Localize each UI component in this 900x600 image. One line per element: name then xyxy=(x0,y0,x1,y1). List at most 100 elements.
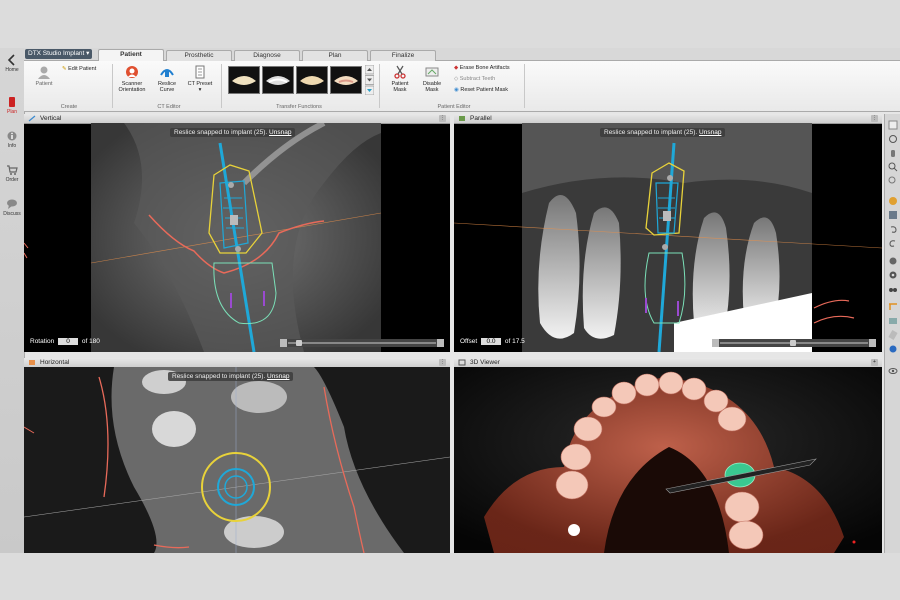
patient-mask-button[interactable]: Patient Mask xyxy=(386,65,414,93)
ct-preset-button[interactable]: CT Preset ▾ xyxy=(186,65,214,93)
nav-home[interactable]: Home xyxy=(0,54,24,73)
ribbon: Patient ✎ Edit Patient Create Scanner Or… xyxy=(24,61,900,112)
nav-plan-label: Plan xyxy=(6,109,17,115)
cart-icon xyxy=(7,165,18,175)
viewport-menu-button[interactable]: ⋮ xyxy=(439,359,446,366)
slider-min-button[interactable] xyxy=(280,339,287,347)
measure-icon[interactable] xyxy=(888,302,898,312)
offset-input[interactable]: 0.0 xyxy=(481,338,502,345)
patient-button-label: Patient xyxy=(35,81,53,87)
axis-icon xyxy=(459,116,465,121)
slider-knob[interactable] xyxy=(296,340,302,346)
transfer-thumb-1[interactable] xyxy=(228,66,260,94)
slider-min-button[interactable] xyxy=(712,339,719,347)
viewport-menu-button[interactable]: ⋮ xyxy=(871,115,878,122)
select-tool-icon[interactable] xyxy=(888,120,898,130)
rotate-tool-icon[interactable] xyxy=(888,134,898,144)
nav-info[interactable]: Info xyxy=(0,130,24,149)
offset-label: Offset xyxy=(460,338,478,345)
edit-patient-button[interactable]: ✎ Edit Patient xyxy=(62,66,96,72)
nav-discuss[interactable]: Discuss xyxy=(0,198,24,217)
ribbon-separator xyxy=(112,64,113,108)
slider-max-button[interactable] xyxy=(869,339,876,347)
plan-icon xyxy=(9,97,15,107)
subtract-teeth-button[interactable]: ◇ Subtract Teeth xyxy=(454,76,495,82)
teeth-thumb-icon xyxy=(300,76,324,85)
slider-knob[interactable] xyxy=(790,340,796,346)
subtract-teeth-label: Subtract Teeth xyxy=(459,76,496,82)
mask-tool-icon[interactable] xyxy=(888,256,898,266)
redo-icon[interactable] xyxy=(888,238,898,248)
transfer-thumb-2[interactable] xyxy=(262,66,294,94)
zoom-icon[interactable] xyxy=(888,162,898,172)
tab-finalize[interactable]: Finalize xyxy=(370,50,436,61)
annotation-icon[interactable] xyxy=(888,316,898,326)
app-title-text: DTX Studio Implant xyxy=(28,50,85,57)
save-icon[interactable] xyxy=(888,210,898,220)
reslice-curve-button[interactable]: Reslice Curve xyxy=(152,65,182,93)
horizontal-ct-image xyxy=(24,367,450,553)
viewport-menu-button[interactable]: ⋮ xyxy=(439,115,446,122)
viewport-parallel[interactable]: Parallel ⋮ Reslice snapped to implant (2… xyxy=(454,114,882,352)
slider-track xyxy=(288,342,436,344)
viewport-vertical[interactable]: Vertical ⋮ Reslice snapped to implant (2… xyxy=(24,114,450,352)
disable-mask-label: Disable Mask xyxy=(422,81,442,93)
rotation-slider[interactable] xyxy=(280,339,444,347)
scroll-arrows-icon xyxy=(364,64,375,96)
erase-bone-artifacts-button[interactable]: ◆ Erase Bone Artifacts xyxy=(454,65,510,71)
unsnap-link[interactable]: Unsnap xyxy=(269,129,291,136)
patient-button[interactable]: Patient xyxy=(30,65,58,87)
implant-icon[interactable] xyxy=(888,344,898,354)
viewport-title: Vertical xyxy=(40,115,62,122)
offset-control: Offset 0.0 of 17.5 xyxy=(460,338,525,345)
transfer-thumb-3[interactable] xyxy=(296,66,328,94)
rotation-max: of 180 xyxy=(81,338,100,345)
unsnap-link[interactable]: Unsnap xyxy=(699,129,721,136)
snap-toast: Reslice snapped to implant (25). Unsnap xyxy=(170,128,296,137)
palette-icon[interactable] xyxy=(888,196,898,206)
nav-discuss-label: Discuss xyxy=(3,211,21,217)
nav-order-label: Order xyxy=(5,177,19,183)
pan-hand-icon[interactable] xyxy=(888,148,898,158)
viewport-horizontal[interactable]: Horizontal ⋮ Reslice snapped to implant … xyxy=(24,358,450,553)
nav-plan[interactable]: Plan xyxy=(0,96,24,115)
zoom-fit-icon[interactable] xyxy=(888,176,898,186)
gear-icon[interactable] xyxy=(888,270,898,280)
binoculars-icon[interactable] xyxy=(888,284,898,294)
group-patient-editor-label: Patient Editor xyxy=(437,104,471,110)
offset-slider[interactable] xyxy=(712,339,876,347)
viewport-3d[interactable]: 3D Viewer + xyxy=(454,358,882,553)
ribbon-separator xyxy=(379,64,380,108)
slider-max-button[interactable] xyxy=(437,339,444,347)
app-title[interactable]: DTX Studio Implant ▾ xyxy=(25,49,93,59)
nav-info-label: Info xyxy=(7,143,17,149)
ruler-icon[interactable] xyxy=(888,330,898,340)
disable-mask-button[interactable]: Disable Mask xyxy=(418,65,446,93)
cube-icon xyxy=(458,359,466,366)
tab-patient[interactable]: Patient xyxy=(98,49,164,61)
teeth-thumb-icon xyxy=(232,76,256,85)
viewport-title: Parallel xyxy=(470,115,492,122)
eye-icon[interactable] xyxy=(888,366,898,376)
snap-toast: Reslice snapped to implant (25). Unsnap xyxy=(168,372,294,381)
transfer-thumb-4[interactable] xyxy=(330,66,362,94)
nav-order[interactable]: Order xyxy=(0,164,24,183)
rotation-input[interactable]: 0 xyxy=(58,338,79,345)
unsnap-link[interactable]: Unsnap xyxy=(267,373,289,380)
tab-plan[interactable]: Plan xyxy=(302,50,368,61)
scanner-orientation-button[interactable]: Scanner Orientation xyxy=(116,65,148,93)
transfer-scroll[interactable] xyxy=(364,64,375,96)
reset-icon: ◉ xyxy=(454,87,459,93)
app-window: Home Plan Info Order Discuss DTX Studio … xyxy=(0,48,900,553)
tab-prosthetic[interactable]: Prosthetic xyxy=(166,50,232,61)
viewport-add-button[interactable]: + xyxy=(871,359,878,366)
undo-icon[interactable] xyxy=(888,224,898,234)
tab-diagnose[interactable]: Diagnose xyxy=(234,50,300,61)
document-icon xyxy=(195,65,205,79)
ribbon-separator xyxy=(524,64,525,108)
reset-patient-mask-button[interactable]: ◉ Reset Patient Mask xyxy=(454,87,508,93)
rotation-control: Rotation 0 of 180 xyxy=(30,338,100,345)
axis-icon xyxy=(28,115,36,122)
edit-pencil-icon: ✎ xyxy=(62,66,67,72)
3d-jaw-render xyxy=(454,367,882,553)
